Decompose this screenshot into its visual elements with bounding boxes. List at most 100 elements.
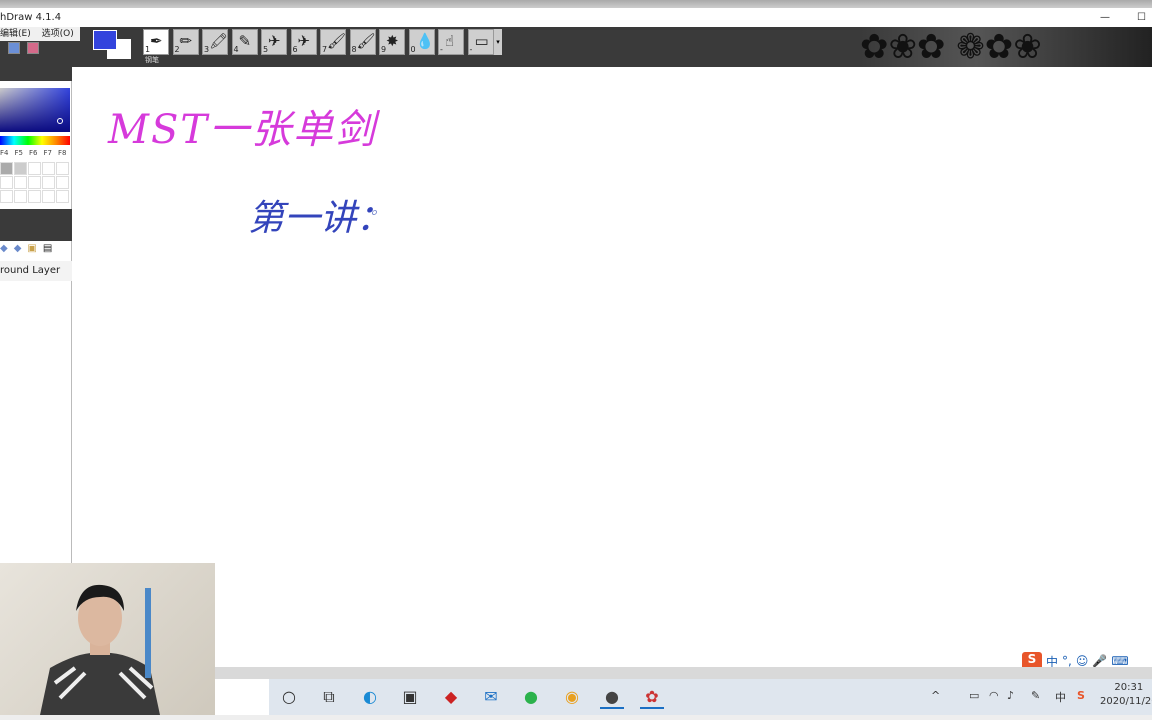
volume-icon[interactable]: ♪ — [1007, 689, 1014, 702]
brush-key: 9 — [381, 45, 387, 54]
brush-ink-brush-button[interactable]: 🖌 8 — [349, 29, 376, 55]
layer-properties-icon[interactable]: ▤ — [43, 243, 52, 259]
brush-key: 7 — [322, 45, 328, 54]
foreground-color-swatch[interactable] — [93, 30, 117, 50]
clock[interactable]: 20:31 2020/11/20 — [1100, 681, 1152, 709]
ime-emoji-icon[interactable]: ☺ — [1076, 654, 1089, 668]
wechat-icon[interactable]: ● — [519, 685, 543, 709]
window-title: hDraw 4.1.4 — [0, 12, 62, 23]
taskbar-search-box[interactable] — [215, 679, 269, 715]
minimize-button[interactable]: — — [1100, 8, 1110, 27]
maximize-button[interactable]: ☐ — [1137, 8, 1146, 27]
task-view-icon[interactable]: ⧉ — [317, 685, 341, 709]
brush-key: 0 — [410, 45, 416, 54]
menu-options[interactable]: 选项(O) — [42, 29, 74, 39]
layer-name: round Layer — [0, 265, 61, 276]
brush-label: 钢笔 — [145, 56, 159, 64]
swatch[interactable] — [28, 162, 41, 175]
store-icon[interactable]: ▣ — [398, 685, 422, 709]
brush-key: 4 — [233, 45, 239, 54]
ime-keyboard-icon[interactable]: ⌨ — [1111, 654, 1128, 668]
smudge-finger-icon: ☝ — [445, 32, 455, 50]
swatch[interactable] — [28, 190, 41, 203]
app-red-icon[interactable]: ◆ — [439, 685, 463, 709]
brush-key: 3 — [204, 45, 210, 54]
brush-more-dropdown[interactable]: ▾ — [494, 29, 502, 55]
webcam-overlay — [0, 563, 215, 715]
brush-water-button[interactable]: 💧 0 — [408, 29, 435, 55]
swatch[interactable] — [0, 162, 13, 175]
sidebar-header — [0, 67, 72, 81]
swatch[interactable] — [56, 190, 69, 203]
tray-sogou-icon[interactable]: S — [1077, 689, 1085, 702]
clock-date: 2020/11/20 — [1100, 696, 1152, 707]
edge-icon[interactable]: ◐ — [358, 685, 382, 709]
swatch[interactable] — [42, 176, 55, 189]
swatch[interactable] — [56, 176, 69, 189]
swatch[interactable] — [14, 176, 27, 189]
swatch[interactable] — [0, 176, 13, 189]
marker-icon: 🖍 — [209, 32, 229, 50]
tray-ime-mode[interactable]: 中 — [1055, 689, 1066, 705]
swatch[interactable] — [14, 190, 27, 203]
handwritten-title: MST一张单剑 — [108, 107, 378, 153]
airbrush-icon: ✈ — [268, 32, 281, 50]
new-layer-icon[interactable]: ▣ — [27, 243, 36, 259]
capture-button[interactable] — [27, 42, 39, 54]
canvas-view-button[interactable] — [8, 42, 20, 54]
paint-app-icon[interactable]: ✿ — [640, 685, 664, 709]
brush-airbrush2-button[interactable]: ✈ 6 — [290, 29, 317, 55]
brush-pencil-button[interactable]: ✏ 2 — [172, 29, 199, 55]
brush-key: 1 — [145, 45, 151, 54]
hue-slider[interactable] — [0, 136, 70, 145]
presenter-video — [40, 584, 160, 715]
battery-icon[interactable]: ▭ — [969, 689, 979, 702]
swatch[interactable] — [56, 162, 69, 175]
tray-chevron-icon[interactable]: ^ — [931, 689, 940, 702]
ime-mic-icon[interactable]: 🎤 — [1092, 654, 1107, 668]
wall-decoration — [145, 588, 151, 678]
pen-workspace-icon[interactable]: ✎ — [1031, 689, 1040, 702]
title-bar: hDraw 4.1.4 — ☐ — [0, 8, 1152, 27]
brush-paintbrush-button[interactable]: 🖌 7 — [320, 29, 346, 55]
brush-key: 2 — [174, 45, 180, 54]
fkey-label: F6 — [28, 149, 38, 157]
eraser-icon: ▭ — [474, 32, 489, 50]
swatch[interactable] — [42, 190, 55, 203]
drawing-canvas[interactable]: MST一张单剑 第一讲： 。 — [73, 67, 1152, 667]
fkey-label: F5 — [14, 149, 23, 157]
brush-airbrush-button[interactable]: ✈ 5 — [261, 29, 287, 55]
swatch[interactable] — [14, 162, 27, 175]
fkey-label: F7 — [43, 149, 52, 157]
swatch[interactable] — [28, 176, 41, 189]
brush-felt-pen-button[interactable]: ✎ 4 — [231, 29, 258, 55]
paintbrush-icon: 🖌 — [327, 32, 347, 50]
ime-punct[interactable]: °, — [1062, 654, 1072, 668]
canvas-bottom-border — [215, 667, 1152, 679]
swatch[interactable] — [0, 190, 13, 203]
mail-icon[interactable]: ✉ — [479, 685, 503, 709]
brush-smudge-finger-button[interactable]: ☝ - — [438, 29, 464, 55]
ink-brush-icon: 🖌 — [356, 32, 376, 50]
wifi-icon[interactable]: ◠ — [989, 689, 999, 702]
brush-key: 6 — [292, 45, 298, 54]
airbrush2-icon: ✈ — [297, 32, 311, 50]
brush-marker-button[interactable]: 🖍 3 — [202, 29, 228, 55]
layer-toolbar: ◆ ◆ ▣ ▤ — [0, 243, 72, 259]
color-picker-cursor[interactable] — [57, 118, 63, 124]
photo-icon[interactable]: ● — [600, 685, 624, 709]
layer-up-icon[interactable]: ◆ — [0, 243, 8, 259]
brush-settings-panel — [0, 209, 72, 241]
color-picker-square[interactable] — [0, 88, 70, 132]
chrome-icon[interactable]: ◉ — [560, 685, 584, 709]
blur-icon: ✸ — [386, 32, 399, 50]
brush-eraser-button[interactable]: ▭ - — [467, 29, 494, 55]
menu-edit[interactable]: 编辑(E) — [0, 29, 31, 39]
cortana-icon[interactable]: ○ — [277, 685, 301, 709]
brush-blur-button[interactable]: ✸ 9 — [379, 29, 405, 55]
brush-pen-button[interactable]: ✒ 1 钢笔 — [143, 29, 169, 64]
layer-item[interactable]: round Layer — [0, 261, 72, 281]
swatch[interactable] — [42, 162, 55, 175]
layer-down-icon[interactable]: ◆ — [14, 243, 22, 259]
brush-key: - — [440, 45, 443, 54]
